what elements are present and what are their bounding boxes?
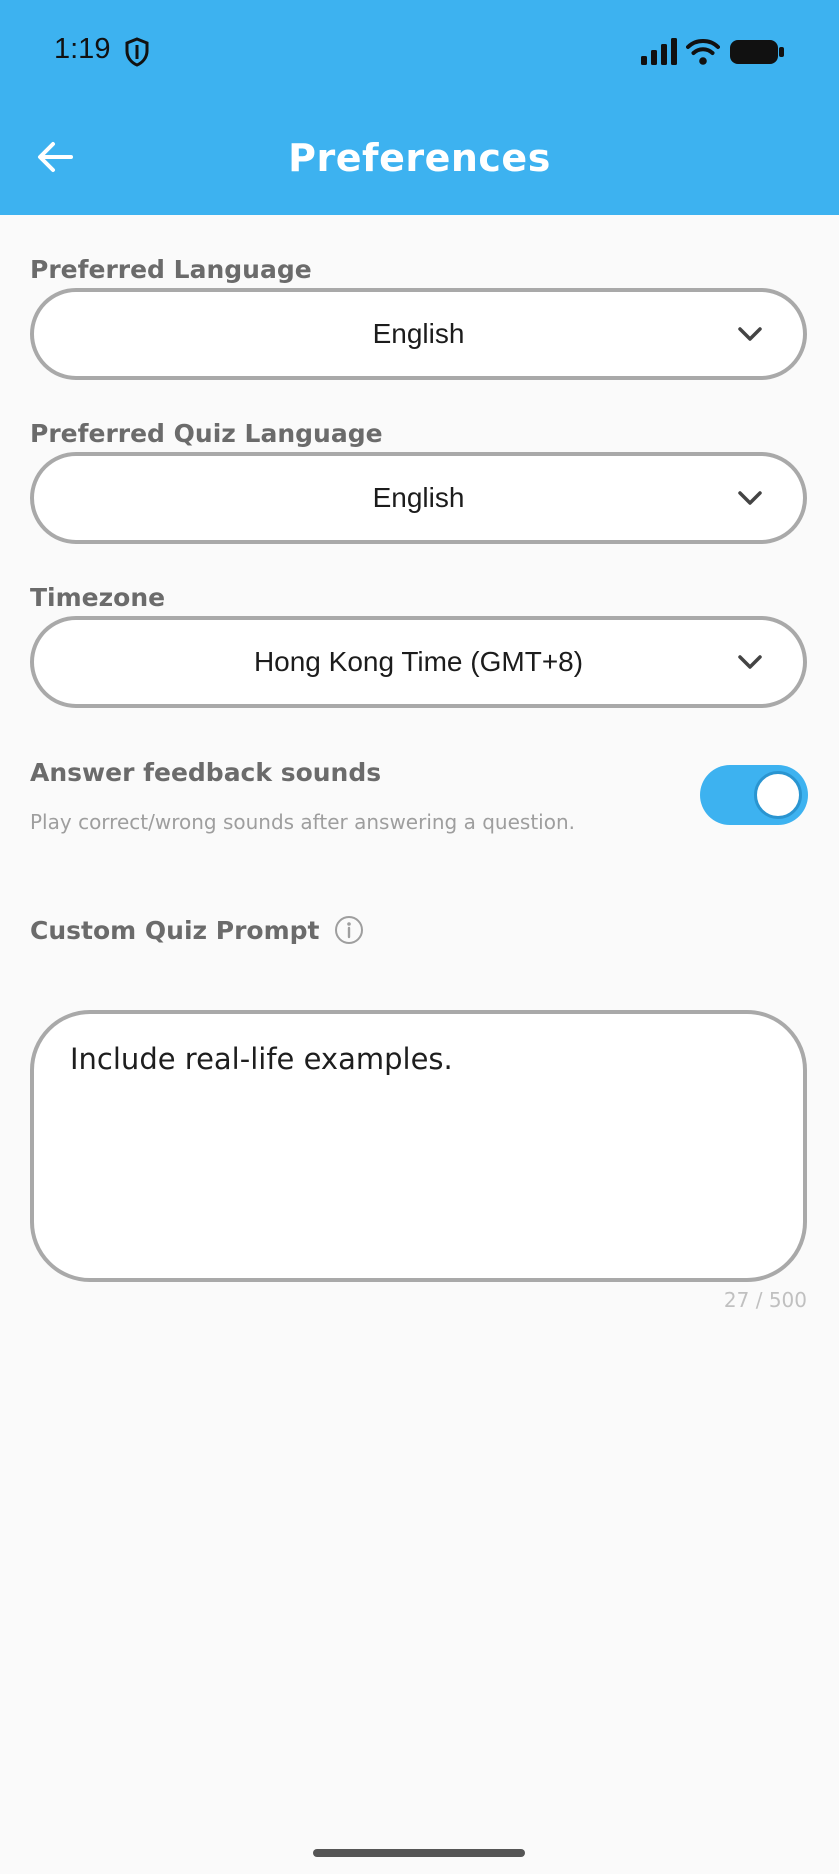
timezone-label: Timezone: [30, 583, 166, 612]
info-icon[interactable]: [334, 915, 364, 945]
chevron-down-icon: [738, 655, 762, 669]
custom-quiz-prompt-textarea[interactable]: Include real-life examples.: [30, 1010, 807, 1282]
preferences-screen: 1:19 Preferences Preferred Language Engl…: [0, 0, 839, 1874]
custom-quiz-prompt-label: Custom Quiz Prompt: [30, 916, 320, 945]
timezone-select[interactable]: Hong Kong Time (GMT+8): [30, 616, 807, 708]
wifi-icon: [686, 39, 720, 65]
feedback-sounds-toggle[interactable]: [700, 765, 808, 825]
preferred-language-value: English: [372, 318, 465, 349]
feedback-sounds-title: Answer feedback sounds: [30, 758, 382, 787]
chevron-down-icon: [738, 327, 762, 341]
preferred-quiz-language-value: English: [372, 482, 465, 513]
timezone-value: Hong Kong Time (GMT+8): [253, 646, 584, 677]
character-counter: 27 / 500: [723, 1288, 807, 1312]
preferred-quiz-language-select[interactable]: English: [30, 452, 807, 544]
shield-icon: [125, 37, 149, 67]
preferred-language-label: Preferred Language: [30, 255, 312, 284]
preferred-language-select[interactable]: English: [30, 288, 807, 380]
home-indicator[interactable]: [313, 1849, 525, 1857]
app-header: 1:19 Preferences: [0, 0, 839, 215]
feedback-sounds-description: Play correct/wrong sounds after answerin…: [30, 810, 575, 834]
status-time: 1:19: [54, 33, 111, 65]
battery-icon: [730, 40, 784, 64]
signal-icon: [641, 38, 677, 65]
page-title: Preferences: [288, 136, 551, 180]
toggle-knob: [754, 771, 802, 819]
chevron-down-icon: [738, 491, 762, 505]
custom-quiz-prompt-text: Include real-life examples.: [70, 1042, 453, 1076]
preferred-quiz-language-label: Preferred Quiz Language: [30, 419, 383, 448]
